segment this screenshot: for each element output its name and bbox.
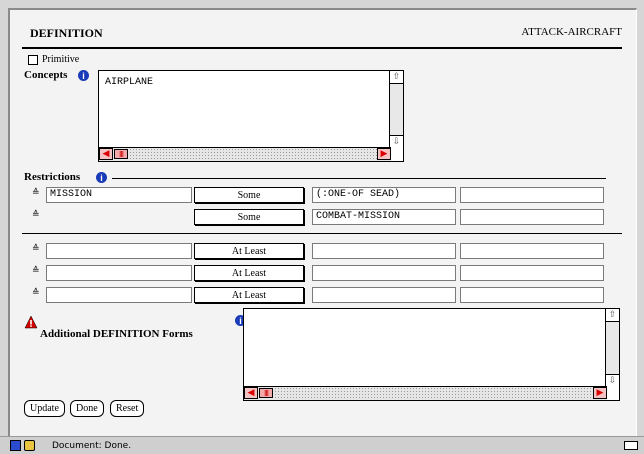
sort-icon[interactable]: ≙ — [32, 244, 40, 254]
restrictions-info-icon[interactable]: i — [96, 172, 107, 183]
value-field[interactable]: (:ONE-OF SEAD) — [312, 187, 456, 203]
done-button[interactable]: Done — [70, 400, 104, 417]
concepts-textarea[interactable]: AIRPLANE ⇧ ⇩ ◀ III ▶ — [98, 70, 404, 162]
role-field[interactable] — [46, 287, 192, 303]
scroll-right-arrow-icon[interactable]: ▶ — [593, 387, 607, 399]
concepts-info-icon[interactable]: i — [78, 70, 89, 81]
concept-name: ATTACK-AIRCRAFT — [521, 26, 622, 38]
concepts-vertical-scrollbar[interactable]: ⇧ ⇩ — [389, 71, 403, 148]
section-divider — [22, 233, 622, 234]
page-title: DEFINITION — [30, 26, 103, 40]
primitive-checkbox[interactable] — [28, 55, 38, 65]
sort-icon[interactable]: ≙ — [32, 288, 40, 298]
form-frame: DEFINITION ATTACK-AIRCRAFT Primitive Con… — [8, 8, 637, 436]
extra-field[interactable] — [460, 187, 604, 203]
concepts-value: AIRPLANE — [105, 77, 154, 88]
extra-field[interactable] — [460, 265, 604, 281]
quantifier-button[interactable]: At Least — [194, 287, 304, 303]
restrictions-label: Restrictions — [24, 171, 81, 183]
warning-icon — [24, 315, 38, 329]
primitive-label: Primitive — [42, 54, 80, 65]
status-text: Document: Done. — [52, 441, 132, 451]
scroll-thumb[interactable]: III — [114, 149, 128, 159]
additional-forms-textarea[interactable]: ⇧ ⇩ ◀ III ▶ — [243, 308, 620, 401]
quantifier-button[interactable]: Some — [194, 209, 304, 225]
value-field[interactable] — [312, 265, 456, 281]
role-field[interactable]: MISSION — [46, 187, 192, 203]
additional-forms-label: Additional DEFINITION Forms — [40, 328, 193, 340]
role-field[interactable] — [46, 265, 192, 281]
mail-icon[interactable] — [624, 441, 638, 450]
status-bar: Document: Done. — [0, 436, 644, 454]
sort-icon[interactable]: ≙ — [32, 266, 40, 276]
reset-button[interactable]: Reset — [110, 400, 145, 417]
value-field[interactable] — [312, 243, 456, 259]
quantifier-button[interactable]: At Least — [194, 265, 304, 281]
additional-forms-horizontal-scrollbar[interactable]: ◀ III ▶ — [244, 386, 607, 400]
scroll-left-arrow-icon[interactable]: ◀ — [244, 387, 258, 399]
additional-forms-value — [244, 309, 619, 315]
quantifier-button[interactable]: Some — [194, 187, 304, 203]
concepts-label: Concepts — [24, 69, 68, 81]
scroll-down-arrow-icon[interactable]: ⇩ — [390, 135, 403, 148]
header-divider — [22, 47, 622, 49]
extra-field[interactable] — [460, 209, 604, 225]
browser-status-icon[interactable] — [10, 440, 21, 451]
additional-forms-vertical-scrollbar[interactable]: ⇧ ⇩ — [605, 309, 619, 387]
scroll-thumb[interactable]: III — [259, 388, 273, 398]
sort-icon[interactable]: ≙ — [32, 188, 40, 198]
sort-icon[interactable]: ≙ — [32, 210, 40, 220]
value-field[interactable]: COMBAT-MISSION — [312, 209, 456, 225]
role-field[interactable] — [46, 243, 192, 259]
extra-field[interactable] — [460, 287, 604, 303]
restrictions-divider — [112, 178, 606, 179]
value-field[interactable] — [312, 287, 456, 303]
scroll-right-arrow-icon[interactable]: ▶ — [377, 148, 391, 160]
concepts-horizontal-scrollbar[interactable]: ◀ III ▶ — [99, 147, 391, 161]
scroll-up-arrow-icon[interactable]: ⇧ — [606, 309, 619, 322]
scroll-down-arrow-icon[interactable]: ⇩ — [606, 374, 619, 387]
scroll-left-arrow-icon[interactable]: ◀ — [99, 148, 113, 160]
quantifier-button[interactable]: At Least — [194, 243, 304, 259]
extra-field[interactable] — [460, 243, 604, 259]
security-status-icon[interactable] — [24, 440, 35, 451]
scroll-up-arrow-icon[interactable]: ⇧ — [390, 71, 403, 84]
update-button[interactable]: Update — [24, 400, 65, 417]
